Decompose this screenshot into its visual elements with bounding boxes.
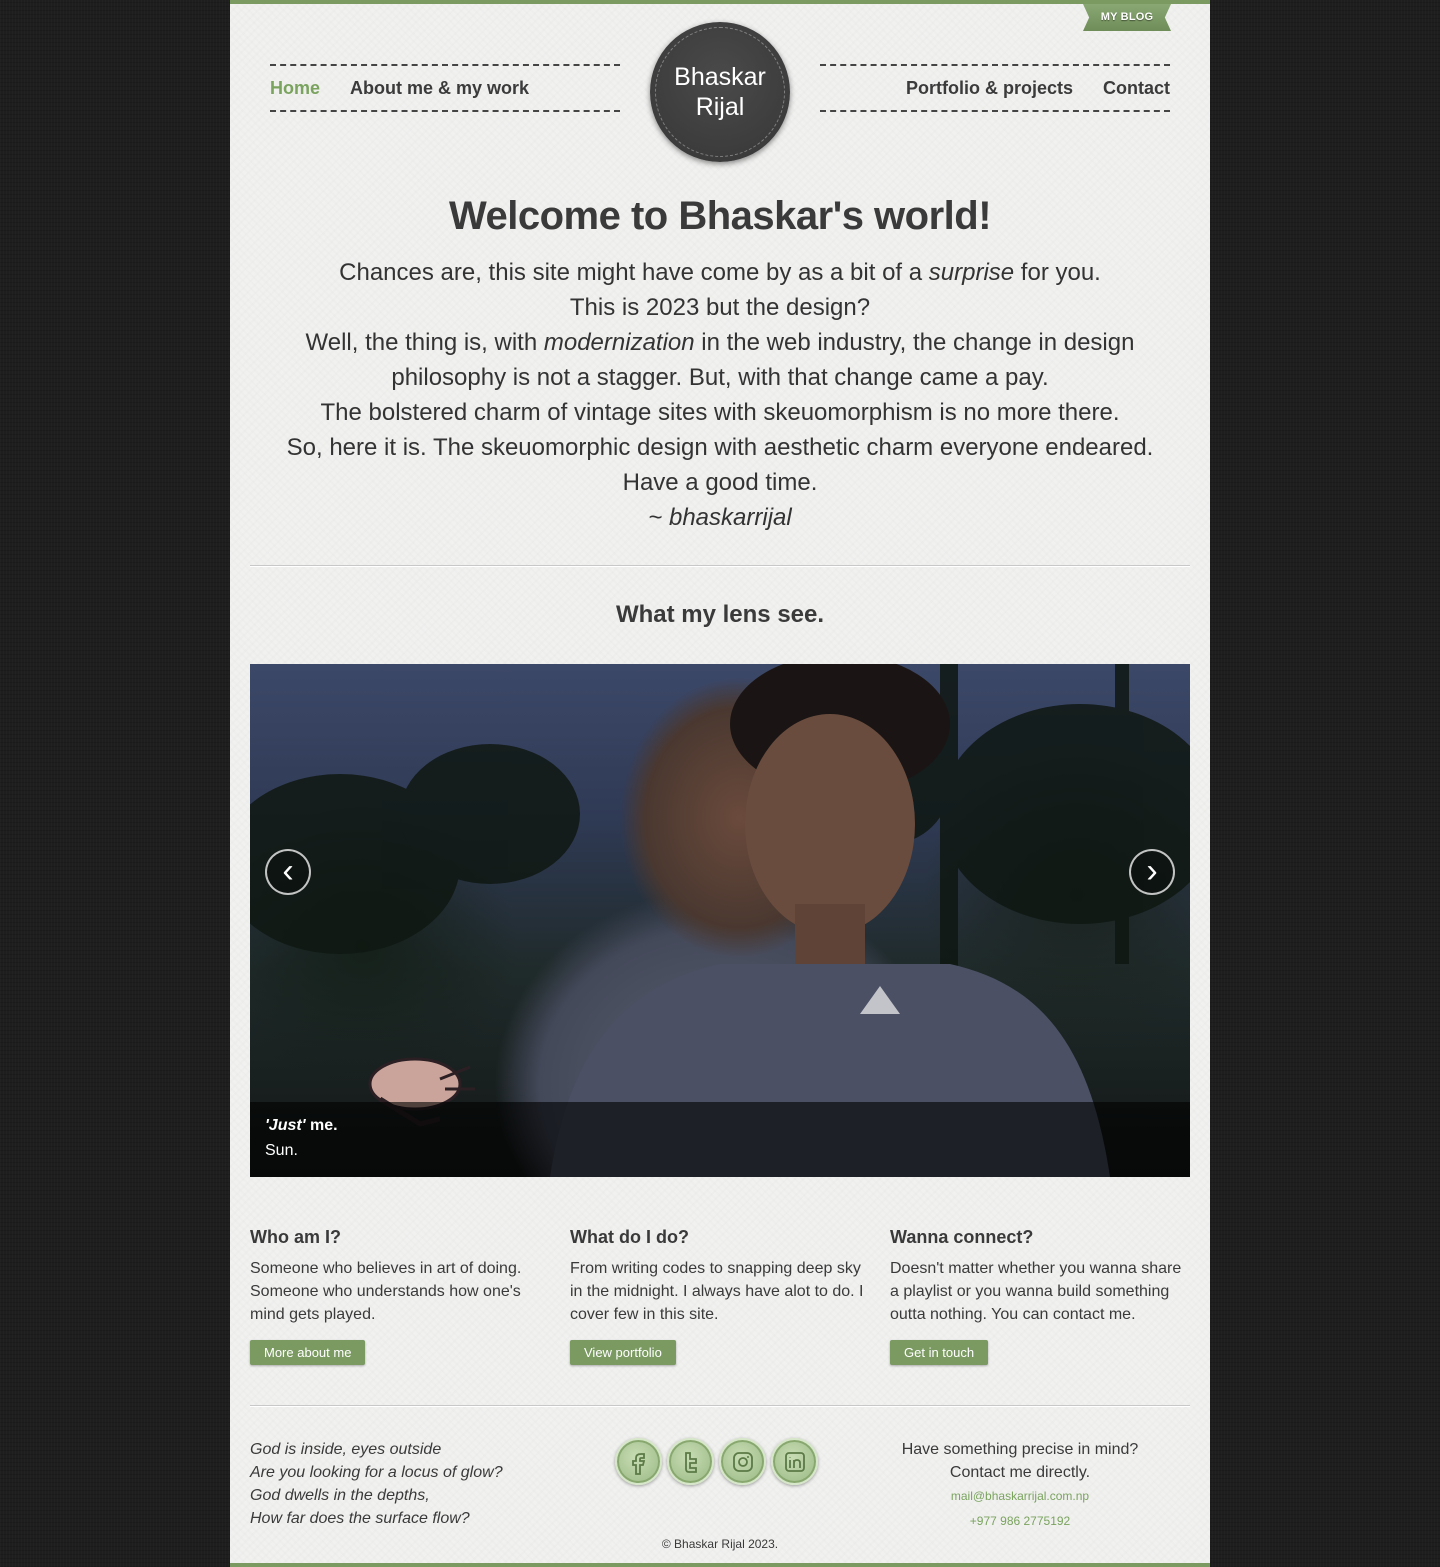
column-text: Doesn't matter whether you wanna share a… [890, 1260, 1182, 1323]
social-links [615, 1438, 825, 1488]
column-what: What do I do? From writing codes to snap… [570, 1227, 870, 1365]
slide-photo [250, 664, 1190, 1177]
poem-line: God dwells in the depths, [250, 1487, 430, 1504]
get-in-touch-button[interactable]: Get in touch [890, 1340, 989, 1365]
linkedin-icon[interactable] [771, 1438, 818, 1485]
nav-about[interactable]: About me & my work [350, 78, 529, 99]
footer-contact: Have something precise in mind? Contact … [870, 1438, 1170, 1534]
copyright: © Bhaskar Rijal 2023. [661, 1537, 779, 1551]
slide-caption: 'Just' me. Sun. [250, 1102, 1190, 1177]
twitter-icon[interactable] [667, 1438, 714, 1485]
welcome-line-6: Have a good time. [622, 469, 818, 496]
welcome-signature: ~ bhaskarrijal [648, 504, 792, 531]
column-who: Who am I? Someone who believes in art of… [250, 1227, 550, 1365]
column-title: Wanna connect? [890, 1227, 1034, 1247]
divider [250, 565, 1190, 567]
nav-home[interactable]: Home [270, 78, 320, 99]
nav-left: Home About me & my work [270, 64, 620, 112]
contact-line: Contact me directly. [949, 1464, 1091, 1481]
welcome-line-5: So, here it is. The skeuomorphic design … [286, 434, 1154, 461]
caption-title: 'Just' me. [265, 1117, 338, 1134]
contact-line: Have something precise in mind? [901, 1441, 1139, 1458]
nav-portfolio[interactable]: Portfolio & projects [906, 78, 1073, 99]
nav-right: Portfolio & projects Contact [820, 64, 1170, 112]
welcome-title: Welcome to Bhaskar's world! [448, 194, 992, 238]
facebook-icon[interactable] [615, 1438, 662, 1485]
nav-contact[interactable]: Contact [1103, 78, 1170, 99]
column-connect: Wanna connect? Doesn't matter whether yo… [890, 1227, 1190, 1365]
instagram-icon[interactable] [719, 1438, 766, 1485]
column-title: Who am I? [250, 1227, 341, 1247]
column-title: What do I do? [570, 1227, 689, 1247]
more-about-me-button[interactable]: More about me [250, 1340, 366, 1365]
welcome-line-2: This is 2023 but the design? [569, 294, 871, 321]
page-container: MY BLOG Home About me & my work Bhaskar … [230, 0, 1210, 1567]
slider-prev-button[interactable]: ‹ [265, 849, 311, 895]
welcome-body: Chances are, this site might have come b… [270, 255, 1170, 535]
poem-line: Are you looking for a locus of glow? [250, 1464, 503, 1481]
view-portfolio-button[interactable]: View portfolio [570, 1340, 676, 1365]
email-link[interactable]: mail@bhaskarrijal.com.np [870, 1484, 1170, 1509]
poem-line: How far does the surface flow? [250, 1510, 470, 1527]
lens-section-title: What my lens see. [615, 601, 825, 628]
welcome-line-1: Chances are, this site might have come b… [339, 259, 1101, 286]
column-text: Someone who believes in art of doing. So… [250, 1260, 522, 1323]
poem-line: God is inside, eyes outside [250, 1441, 442, 1458]
logo-text: Bhaskar Rijal [674, 63, 766, 121]
column-text: From writing codes to snapping deep sky … [570, 1260, 864, 1323]
photo-slider[interactable]: ‹ › 'Just' me. Sun. [250, 664, 1190, 1177]
caption-text: Sun. [265, 1142, 298, 1159]
logo-badge[interactable]: Bhaskar Rijal [650, 22, 790, 162]
welcome-line-3: Well, the thing is, with modernization i… [305, 329, 1135, 391]
my-blog-ribbon[interactable]: MY BLOG [1083, 4, 1171, 31]
divider [250, 1405, 1190, 1407]
welcome-line-4: The bolstered charm of vintage sites wit… [320, 399, 1120, 426]
phone-link[interactable]: +977 986 2775192 [870, 1509, 1170, 1534]
footer-poem: God is inside, eyes outside Are you look… [250, 1438, 570, 1530]
slider-next-button[interactable]: › [1129, 849, 1175, 895]
